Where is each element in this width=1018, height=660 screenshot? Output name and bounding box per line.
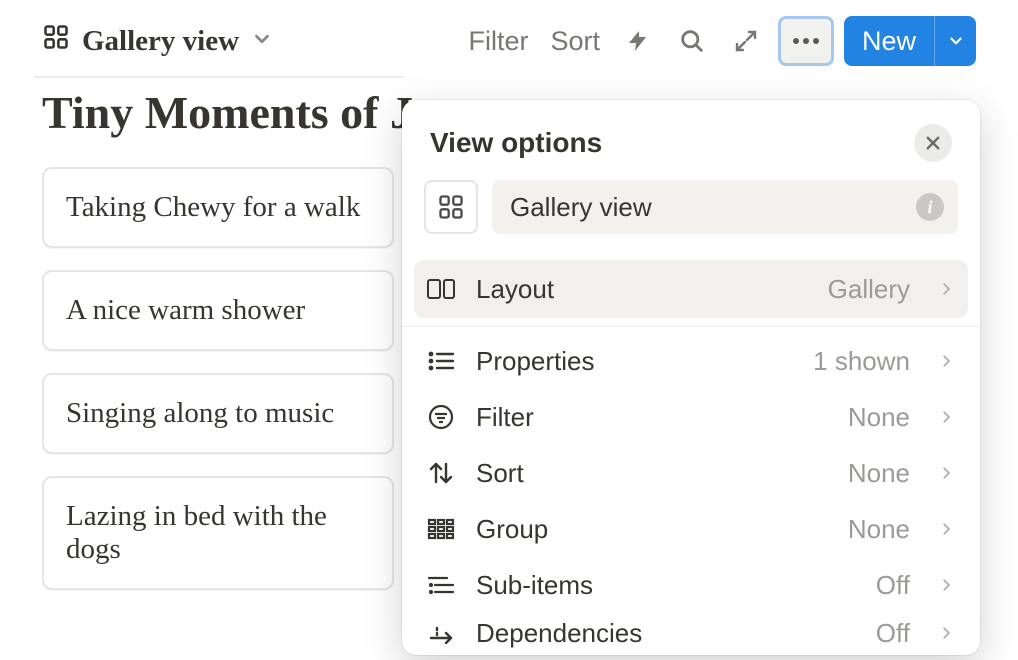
option-label: Sort	[476, 458, 830, 489]
popover-title: View options	[430, 127, 602, 159]
view-name-row: Gallery view i	[402, 180, 980, 252]
chevron-right-icon	[934, 279, 958, 299]
option-value: Off	[876, 618, 910, 649]
list-icon	[424, 350, 458, 372]
new-button-dropdown[interactable]	[934, 16, 976, 66]
gallery-card[interactable]: A nice warm shower	[42, 270, 394, 351]
card-title: Lazing in bed with the dogs	[66, 500, 327, 565]
new-button[interactable]: New	[844, 16, 976, 66]
option-label: Group	[476, 514, 830, 545]
layout-icon	[424, 277, 458, 301]
chevron-right-icon	[934, 575, 958, 595]
view-selector-label: Gallery view	[82, 25, 239, 58]
divider	[402, 326, 980, 327]
filter-button[interactable]: Filter	[462, 22, 534, 61]
option-label: Sub-items	[476, 570, 858, 601]
option-label: Filter	[476, 402, 830, 433]
option-row-properties[interactable]: Properties 1 shown	[402, 333, 980, 389]
card-title: Taking Chewy for a walk	[66, 191, 360, 223]
option-value: None	[848, 514, 910, 545]
sort-icon	[424, 460, 458, 486]
view-name-input[interactable]: Gallery view i	[492, 180, 958, 234]
close-button[interactable]	[914, 124, 952, 162]
toolbar: Gallery view Filter Sort New	[0, 0, 1018, 70]
chevron-right-icon	[934, 351, 958, 371]
option-value: None	[848, 458, 910, 489]
option-row-sort[interactable]: Sort None	[402, 445, 980, 501]
option-label: Properties	[476, 346, 795, 377]
option-value: Off	[876, 570, 910, 601]
card-title: A nice warm shower	[66, 294, 305, 326]
search-icon[interactable]	[670, 19, 714, 63]
view-type-icon-button[interactable]	[424, 180, 478, 234]
dependencies-icon	[424, 622, 458, 644]
option-row-subitems[interactable]: Sub-items Off	[402, 557, 980, 613]
chevron-down-icon	[251, 25, 273, 58]
view-name-text: Gallery view	[510, 192, 652, 223]
bolt-icon[interactable]	[616, 19, 660, 63]
option-value: Gallery	[828, 274, 910, 305]
info-icon[interactable]: i	[916, 193, 944, 221]
gallery-icon	[42, 23, 70, 59]
option-row-filter[interactable]: Filter None	[402, 389, 980, 445]
chevron-right-icon	[934, 463, 958, 483]
chevron-right-icon	[934, 519, 958, 539]
option-label: Layout	[476, 274, 810, 305]
new-button-label: New	[844, 16, 934, 66]
view-selector[interactable]: Gallery view	[42, 23, 273, 59]
gallery-card[interactable]: Lazing in bed with the dogs	[42, 476, 394, 590]
view-options-popover: View options Gallery view i Layout Galle…	[402, 100, 980, 655]
expand-icon[interactable]	[724, 19, 768, 63]
option-row-group[interactable]: Group None	[402, 501, 980, 557]
gallery-card[interactable]: Taking Chewy for a walk	[42, 167, 394, 248]
option-row-dependencies[interactable]: Dependencies Off	[402, 613, 980, 653]
popover-header: View options	[402, 100, 980, 180]
filter-icon	[424, 404, 458, 430]
chevron-right-icon	[934, 623, 958, 643]
card-title: Singing along to music	[66, 397, 334, 429]
more-options-button[interactable]	[778, 16, 834, 66]
option-label: Dependencies	[476, 618, 858, 649]
group-icon	[424, 517, 458, 541]
chevron-right-icon	[934, 407, 958, 427]
subitems-icon	[424, 574, 458, 596]
option-row-layout[interactable]: Layout Gallery	[414, 260, 968, 318]
sort-button[interactable]: Sort	[544, 22, 606, 61]
option-value: None	[848, 402, 910, 433]
option-value: 1 shown	[813, 346, 910, 377]
gallery-card[interactable]: Singing along to music	[42, 373, 394, 454]
